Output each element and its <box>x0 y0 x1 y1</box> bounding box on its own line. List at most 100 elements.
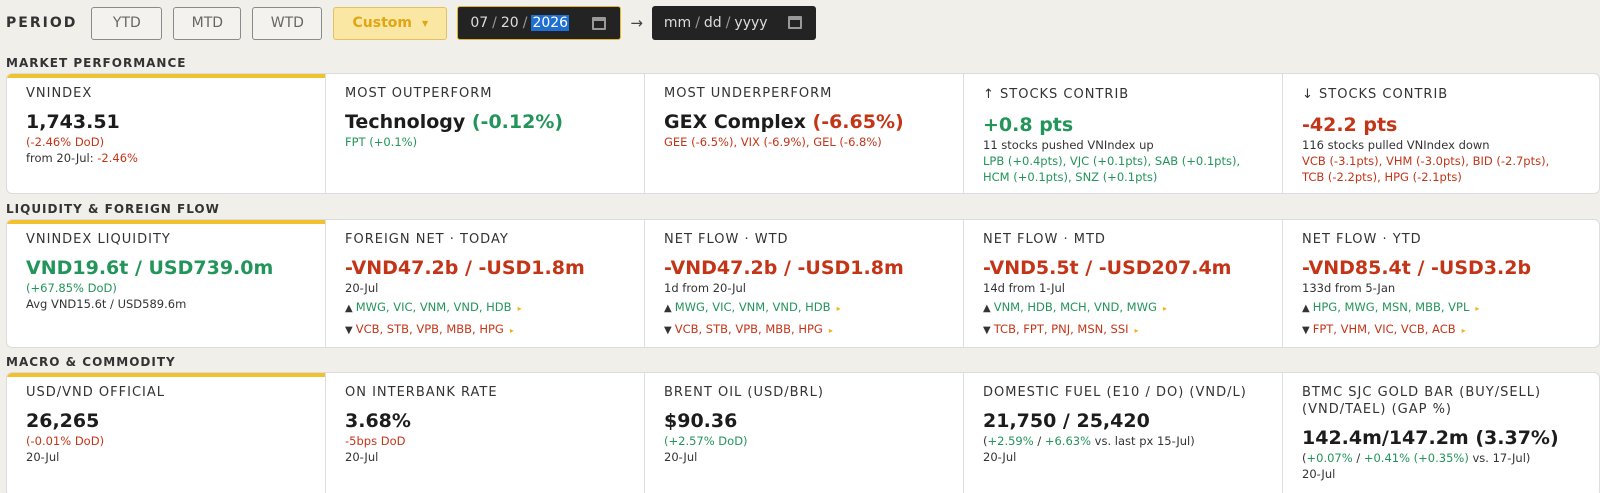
usdvnd-card[interactable]: USD/VND OFFICIAL 26,265 (-0.01% DoD) 20-… <box>7 373 326 493</box>
custom-button[interactable]: Custom ▼ <box>333 6 448 40</box>
foreign-today-card[interactable]: FOREIGN NET · TODAY -VND47.2b / -USD1.8m… <box>326 220 645 347</box>
from-prefix: from 20-Jul: <box>26 151 98 165</box>
vnindex-from: from 20-Jul: -2.46% <box>26 150 307 166</box>
do-change: +6.63% <box>1044 434 1092 448</box>
card-label: FOREIGN NET · TODAY <box>345 232 509 247</box>
mtd-button[interactable]: MTD <box>173 6 242 40</box>
card-label: DOMESTIC FUEL (E10 / DO) (VND/L) <box>983 385 1247 400</box>
interbank-date: 20-Jul <box>345 450 379 464</box>
e10-change: +2.59% <box>987 434 1034 448</box>
gold-card[interactable]: BTMC SJC GOLD BAR (BUY/SELL) (VND/TAEL) … <box>1283 373 1599 493</box>
interbank-card[interactable]: ON INTERBANK RATE 3.68% -5bps DoD 20-Jul <box>326 373 645 493</box>
net-buy-list: HPG, MWG, MSN, MBB, VPL <box>1312 300 1470 314</box>
outperform-detail: FPT (+0.1%) <box>345 135 418 149</box>
more-arrow-icon[interactable]: ▸ <box>837 304 841 313</box>
net-flow-wtd-card[interactable]: NET FLOW · WTD -VND47.2b / -USD1.8m 1d f… <box>645 220 964 347</box>
market-performance-title: MARKET PERFORMANCE <box>6 56 187 70</box>
brent-card[interactable]: BRENT OIL (USD/BRL) $90.36 (+2.57% DoD) … <box>645 373 964 493</box>
net-buy-line: ▲ MWG, VIC, VNM, VND, HDB ▸ <box>345 299 626 317</box>
gold-change: (+0.07% / +0.41% (+0.35%) vs. 17-Jul) <box>1302 450 1583 466</box>
card-label: ↑ STOCKS CONTRIB <box>983 87 1130 102</box>
outperform-value: Technology (-0.12%) <box>345 110 626 134</box>
from-value: -2.46% <box>97 151 138 165</box>
down-contrib-card[interactable]: ↓ STOCKS CONTRIB -42.2 pts 116 stocks pu… <box>1283 74 1599 193</box>
underperform-detail: GEE (-6.5%), VIX (-6.9%), GEL (-6.8%) <box>664 135 882 149</box>
period-label: PERIOD <box>6 15 78 31</box>
brent-change: (+2.57% DoD) <box>664 434 748 448</box>
card-label: MOST UNDERPERFORM <box>664 86 833 101</box>
up-triangle-icon: ▲ <box>345 303 353 314</box>
net-flow-mtd-card[interactable]: NET FLOW · MTD -VND5.5t / -USD207.4m 14d… <box>964 220 1283 347</box>
up-contrib-card[interactable]: ↑ STOCKS CONTRIB +0.8 pts 11 stocks push… <box>964 74 1283 193</box>
interbank-value: 3.68% <box>345 410 411 432</box>
flow-value: -VND85.4t / -USD3.2b <box>1302 257 1532 279</box>
net-sell-list: VCB, STB, VPB, MBB, HPG <box>355 322 504 336</box>
period-toolbar: PERIOD YTD MTD WTD Custom ▼ 07/20/2026 → … <box>6 6 816 40</box>
interbank-change: -5bps DoD <box>345 434 406 448</box>
flow-value: -VND47.2b / -USD1.8m <box>345 257 585 279</box>
net-sell-line: ▼ FPT, VHM, VIC, VCB, ACB ▸ <box>1302 321 1583 339</box>
end-year[interactable]: yyyy <box>734 15 767 31</box>
liquidity-title: LIQUIDITY & FOREIGN FLOW <box>6 202 220 216</box>
vnindex-liquidity-card[interactable]: VNINDEX LIQUIDITY VND19.6t / USD739.0m (… <box>7 220 326 347</box>
market-performance-row: VNINDEX 1,743.51 (-2.46% DoD) from 20-Ju… <box>6 73 1600 194</box>
flow-sub: 20-Jul <box>345 281 379 295</box>
liquidity-row: VNINDEX LIQUIDITY VND19.6t / USD739.0m (… <box>6 219 1600 348</box>
card-label-line2: (VND/TAEL) (GAP %) <box>1302 402 1452 417</box>
down-triangle-icon: ▼ <box>1302 325 1310 336</box>
more-arrow-icon[interactable]: ▸ <box>510 326 514 335</box>
sector-change: (-6.65%) <box>812 111 904 133</box>
flow-sub: 133d from 5-Jan <box>1302 281 1396 295</box>
outperform-card[interactable]: MOST OUTPERFORM Technology (-0.12%) FPT … <box>326 74 645 193</box>
more-arrow-icon[interactable]: ▸ <box>829 326 833 335</box>
vnindex-card[interactable]: VNINDEX 1,743.51 (-2.46% DoD) from 20-Ju… <box>7 74 326 193</box>
sector-change: (-0.12%) <box>471 111 564 133</box>
more-arrow-icon[interactable]: ▸ <box>1163 304 1167 313</box>
net-flow-ytd-card[interactable]: NET FLOW · YTD -VND85.4t / -USD3.2b 133d… <box>1283 220 1599 347</box>
card-label: USD/VND OFFICIAL <box>26 385 165 400</box>
card-label: NET FLOW · MTD <box>983 232 1106 247</box>
more-arrow-icon[interactable]: ▸ <box>1462 326 1466 335</box>
fuel-change: (+2.59% / +6.63% vs. last px 15-Jul) <box>983 433 1264 449</box>
flow-value: -VND47.2b / -USD1.8m <box>664 257 904 279</box>
net-buy-list: VNM, HDB, MCH, VND, MWG <box>993 300 1157 314</box>
more-arrow-icon[interactable]: ▸ <box>1135 326 1139 335</box>
ytd-button[interactable]: YTD <box>91 6 163 40</box>
separator: / <box>1352 451 1364 465</box>
start-month[interactable]: 07 <box>470 15 488 31</box>
vnindex-dod: (-2.46% DoD) <box>26 135 105 149</box>
up-triangle-icon: ▲ <box>664 303 672 314</box>
fuel-card[interactable]: DOMESTIC FUEL (E10 / DO) (VND/L) 21,750 … <box>964 373 1283 493</box>
usdvnd-value: 26,265 <box>26 410 100 432</box>
card-label: BRENT OIL (USD/BRL) <box>664 385 824 400</box>
up-contrib-value: +0.8 pts <box>983 114 1074 136</box>
start-day[interactable]: 20 <box>501 15 519 31</box>
more-arrow-icon[interactable]: ▸ <box>1475 304 1479 313</box>
down-contrib-line2: TCB (-2.2pts), HPG (-2.1pts) <box>1302 170 1462 184</box>
net-buy-line: ▲ VNM, HDB, MCH, VND, MWG ▸ <box>983 299 1264 317</box>
card-label: ON INTERBANK RATE <box>345 385 498 400</box>
net-buy-line: ▲ MWG, VIC, VNM, VND, HDB ▸ <box>664 299 945 317</box>
down-triangle-icon: ▼ <box>345 325 353 336</box>
vnindex-value: 1,743.51 <box>26 111 120 133</box>
end-month[interactable]: mm <box>664 15 691 31</box>
more-arrow-icon[interactable]: ▸ <box>518 304 522 313</box>
start-year[interactable]: 2026 <box>531 15 570 31</box>
up-contrib-line1: LPB (+0.4pts), VJC (+0.1pts), SAB (+0.1p… <box>983 154 1241 168</box>
brent-value: $90.36 <box>664 410 738 432</box>
calendar-icon[interactable] <box>592 17 607 30</box>
net-sell-line: ▼ VCB, STB, VPB, MBB, HPG ▸ <box>664 321 945 339</box>
up-contrib-line2: HCM (+0.1pts), SNZ (+0.1pts) <box>983 170 1158 184</box>
fuel-date: 20-Jul <box>983 450 1017 464</box>
underperform-card[interactable]: MOST UNDERPERFORM GEX Complex (-6.65%) G… <box>645 74 964 193</box>
brent-date: 20-Jul <box>664 450 698 464</box>
end-day[interactable]: dd <box>704 15 722 31</box>
start-date-input[interactable]: 07/20/2026 <box>457 6 622 40</box>
card-label: VNINDEX LIQUIDITY <box>26 232 171 247</box>
wtd-button[interactable]: WTD <box>252 6 323 40</box>
net-buy-list: MWG, VIC, VNM, VND, HDB <box>674 300 831 314</box>
down-contrib-desc: 116 stocks pulled VNIndex down <box>1302 138 1490 152</box>
calendar-icon[interactable] <box>787 16 802 29</box>
card-label-line1: BTMC SJC GOLD BAR (BUY/SELL) <box>1302 385 1542 400</box>
end-date-input[interactable]: mm / dd / yyyy <box>651 6 816 40</box>
